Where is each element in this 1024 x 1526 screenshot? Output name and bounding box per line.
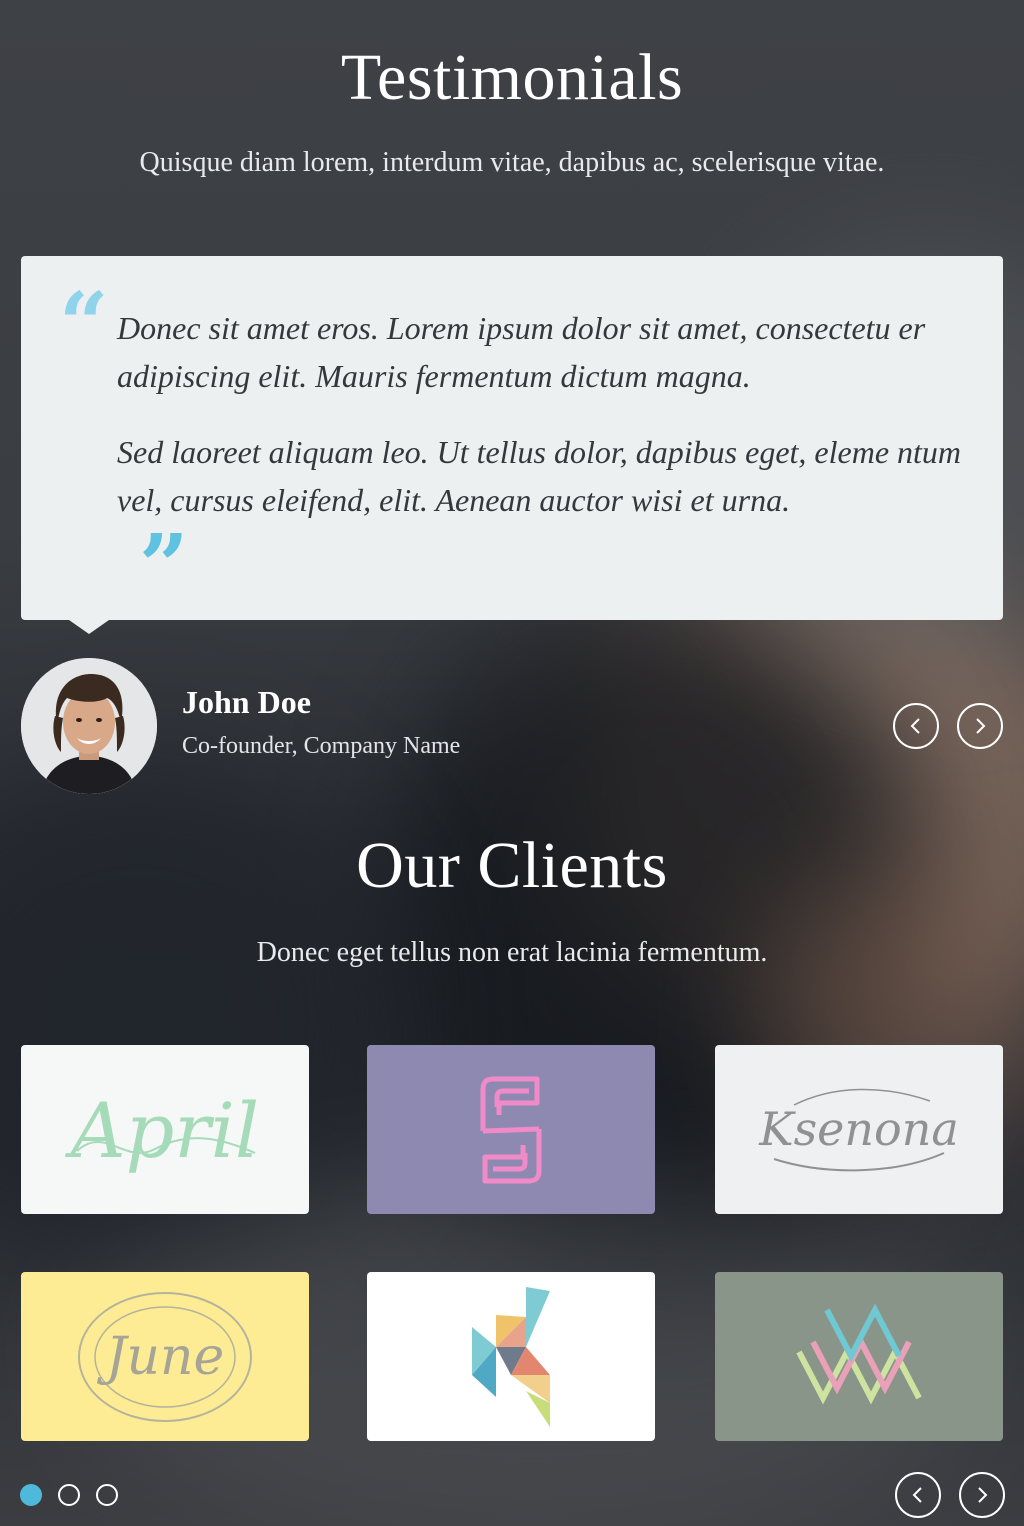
pagination-dot[interactable] <box>96 1484 118 1506</box>
client-logo-ksenona[interactable]: Ksenona <box>715 1045 1003 1214</box>
close-quote-icon: ” <box>139 516 189 617</box>
svg-text:April: April <box>65 1086 259 1175</box>
clients-title: Our Clients <box>356 829 668 902</box>
client-logo-w-lines[interactable] <box>715 1272 1003 1441</box>
chevron-left-icon <box>910 718 920 734</box>
quote-paragraph: Donec sit amet eros. Lorem ipsum dolor s… <box>117 310 926 394</box>
client-logo-april[interactable]: April <box>21 1045 309 1214</box>
author-name: John Doe <box>182 684 311 720</box>
svg-text:June: June <box>97 1327 225 1387</box>
author-role: Co-founder, Company Name <box>182 733 461 759</box>
quote-paragraph: Sed laoreet aliquam leo. Ut tellus dolor… <box>117 434 962 518</box>
pagination-dot-active[interactable] <box>20 1484 42 1506</box>
client-logo-s-monogram[interactable] <box>367 1045 655 1214</box>
client-logo-june[interactable]: June <box>21 1272 309 1441</box>
chevron-right-icon <box>978 1487 988 1503</box>
author-avatar <box>21 658 157 794</box>
k-origami-logo <box>472 1286 550 1427</box>
svg-text:Ksenona: Ksenona <box>758 1102 959 1156</box>
clients-subtitle: Donec eget tellus non erat lacinia ferme… <box>256 937 768 968</box>
client-logo-k-origami[interactable] <box>367 1272 655 1441</box>
testimonial-quote-text: Donec sit amet eros. Lorem ipsum dolor s… <box>117 304 967 552</box>
testimonials-subtitle: Quisque diam lorem, interdum vitae, dapi… <box>139 147 885 178</box>
clients-next-button[interactable] <box>959 1472 1005 1518</box>
chevron-right-icon <box>976 718 986 734</box>
pagination-dot[interactable] <box>58 1484 80 1506</box>
page: Testimonials Quisque diam lorem, interdu… <box>0 0 1024 1526</box>
june-logo: June <box>78 1291 252 1422</box>
april-logo: April <box>65 1086 259 1175</box>
ksenona-logo: Ksenona <box>758 1088 959 1171</box>
s-monogram-logo <box>480 1076 542 1183</box>
testimonial-quote-box: “ Donec sit amet eros. Lorem ipsum dolor… <box>21 256 1003 634</box>
testimonials-next-button[interactable] <box>957 703 1003 749</box>
open-quote-icon: “ <box>59 274 109 375</box>
chevron-left-icon <box>912 1487 922 1503</box>
w-lines-logo <box>796 1303 922 1404</box>
testimonials-title: Testimonials <box>340 41 684 114</box>
clients-prev-button[interactable] <box>895 1472 941 1518</box>
testimonials-prev-button[interactable] <box>893 703 939 749</box>
